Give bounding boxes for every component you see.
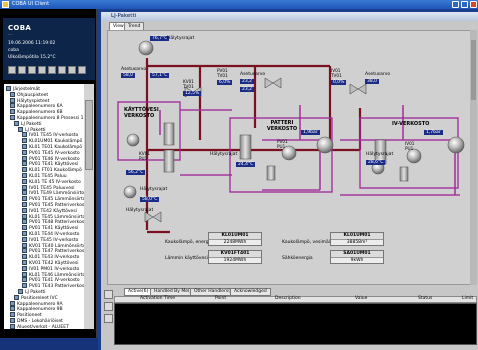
col-activation-time[interactable]: Activation Time	[140, 296, 175, 302]
kv-temp-value[interactable]: 57,1°C	[150, 73, 170, 78]
pv-valve-icon[interactable]	[264, 77, 282, 89]
iv-expansion-tank[interactable]	[447, 136, 465, 154]
col-point[interactable]: Point	[215, 296, 226, 302]
kaukolampo-energia-value: 2248MWh	[223, 239, 247, 245]
kv-asetusarvo-value[interactable]: 58,0	[121, 73, 136, 78]
iv-title: IV-VERKOSTO	[392, 121, 430, 127]
kv-pump-label: KV01 PU1	[139, 151, 150, 161]
alarm-handle-button[interactable]	[104, 302, 113, 311]
kv-asetusarvo-label: Asetusarvo	[121, 67, 147, 72]
alarm-filter-button[interactable]	[104, 314, 113, 323]
iv-valve-label: IV01 TV01	[331, 68, 342, 78]
iv-filter-icon	[399, 166, 409, 182]
iv-pressure-value[interactable]: 1,7bar	[424, 130, 443, 135]
kaukolampo-vesimaara-box[interactable]: KL01UM01 38858m³	[330, 232, 384, 246]
iv-asetusarvo-value[interactable]: 38,0	[365, 79, 380, 84]
sahkoenergia-box[interactable]: SA01UM01 9kWh	[330, 250, 384, 264]
kaukolampo-vesimaara-value: 38858m³	[346, 239, 368, 245]
col-status[interactable]: Status	[418, 296, 432, 302]
iv-asetusarvo-label: Asetusarvo	[365, 72, 391, 77]
lammin-kayttovesi-box[interactable]: KV01FT401 1924MWh	[208, 250, 262, 264]
iv-temp-value[interactable]: 28,6°C	[366, 160, 386, 165]
canvas-scrollbar-thumb[interactable]	[471, 40, 476, 100]
tab-alarms-active[interactable]: Active(6)	[124, 288, 153, 296]
pv-pressure-value[interactable]: 1,9bar	[301, 130, 320, 135]
heat-exchanger-kv[interactable]	[163, 122, 175, 173]
lammin-kayttovesi-value: 1924MWh	[223, 257, 247, 263]
bottom-valve-icon[interactable]	[144, 211, 162, 223]
kv-valve-label: KV01 TV01	[183, 79, 194, 89]
pv-asetusarvo-value[interactable]: 23,2	[240, 79, 255, 84]
top-temp-sensor[interactable]	[138, 40, 154, 56]
tab-alarms-acknowledged[interactable]: Acknowledged	[230, 288, 271, 296]
sahkoenergia-value: 9kWh	[350, 257, 364, 263]
iv-hälytysrajat: Hälytysrajat	[366, 152, 394, 157]
col-limit[interactable]: Limit	[462, 296, 473, 302]
iv-valve-icon[interactable]	[349, 83, 367, 95]
top-temp-status: Hälytysrajat	[167, 36, 195, 41]
pv-expansion-tank[interactable]	[316, 136, 334, 154]
kaukolampo-energia-box[interactable]: KL01UM01 2248MWh	[208, 232, 262, 246]
iv-valve-pct[interactable]: 0,0%	[331, 80, 347, 85]
pv-filter-icon	[266, 165, 276, 181]
kayttovesi-title: KÄYTTÖVESI VERKOSTO	[124, 107, 159, 119]
kv-valve-pct[interactable]: 12,5%	[183, 91, 202, 96]
col-value[interactable]: Value	[355, 296, 367, 302]
pv-asetusarvo-label: Asetusarvo	[240, 72, 266, 77]
pv-valve-label: PV01 TV01	[217, 68, 228, 78]
heat-exchanger-pv[interactable]	[239, 134, 252, 160]
pv-pump-label: PV01 PU1	[277, 139, 288, 149]
patteri-title: PATTERI VERKOSTO	[266, 120, 298, 132]
sahkoenergia-label: Sähköenergia	[282, 256, 313, 261]
pv-valve-pct[interactable]: 6,0%	[217, 80, 233, 85]
iv-pump-label: IV01 PU1	[405, 141, 415, 151]
lammin-kayttovesi-label: Lämmin käyttövesi	[165, 256, 208, 261]
kv-temp2-value[interactable]: 56,2°C	[126, 170, 146, 175]
bottom-hälytysrajat: Hälytysrajat	[126, 208, 154, 213]
pv-hälytysrajat: Hälytysrajat	[210, 152, 238, 157]
kaukolampo-energia-label: Kaukolämpö, energia	[165, 240, 213, 245]
pv-temp-value[interactable]: 24,4°C	[236, 162, 256, 167]
kv-bottom-value[interactable]: 58,0°C	[140, 197, 160, 202]
iv-circulation-pump[interactable]	[406, 148, 422, 164]
alarm-list[interactable]	[114, 303, 477, 345]
alarm-ack-button[interactable]	[104, 290, 113, 299]
kaukolampo-vesimaara-label: Kaukolämpö, vesimäärä	[282, 240, 337, 245]
pv-asetusarvo-value2[interactable]: 23,2	[240, 87, 255, 92]
kv-sensor[interactable]	[126, 133, 140, 147]
kv-bottom-status: Hälytysrajat	[140, 187, 168, 192]
col-description[interactable]: Description	[275, 296, 301, 302]
kv-pump[interactable]	[123, 185, 137, 199]
